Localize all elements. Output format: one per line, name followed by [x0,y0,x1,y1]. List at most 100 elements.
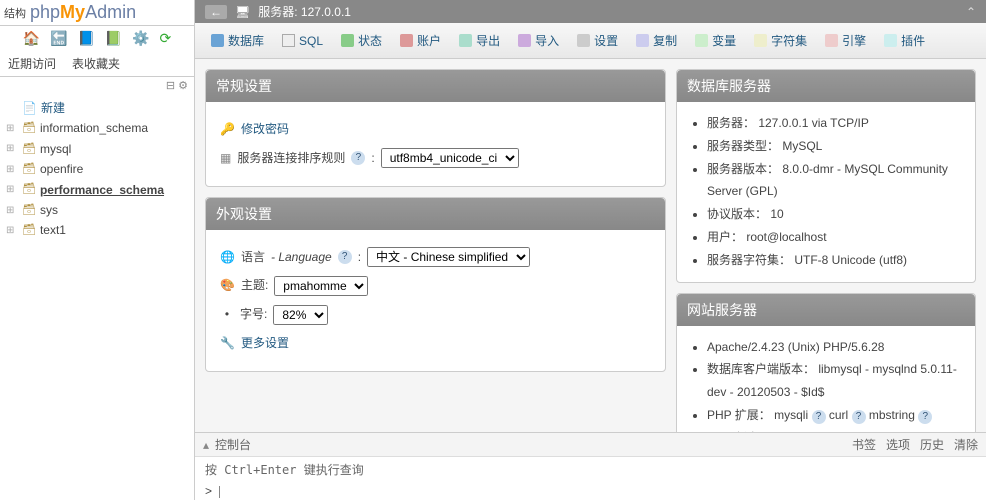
server-icon: 🖥 [235,5,250,19]
toolbar-export[interactable]: 导出 [451,29,508,52]
charsets-icon [754,34,767,47]
plugins-icon [884,34,897,47]
tree-controls: ⊟ ⚙ [0,77,194,94]
sql-icon [282,34,295,47]
toolbar-engines[interactable]: 引擎 [817,29,874,52]
settings-icon[interactable]: ⚙️ [132,30,149,46]
toolbar-sql[interactable]: SQL [274,29,331,52]
server-label: 服务器: 127.0.0.1 [258,3,351,20]
expand-icon[interactable]: ⊞ [6,120,18,137]
nav-icons: 🏠 🔚 📘 📗 ⚙️ ⟳ [0,26,194,51]
wrench-icon: 🔧 [220,332,235,355]
db-server-panel: 数据库服务器 服务器： 127.0.0.1 via TCP/IP服务器类型： M… [676,69,976,283]
dbserver-item: 协议版本： 10 [707,203,961,226]
more-settings-row[interactable]: 🔧 更多设置 [220,332,651,355]
toolbar-replication[interactable]: 复制 [628,29,685,52]
expand-icon[interactable]: ⊞ [6,161,18,178]
help-icon[interactable]: ? [918,410,932,424]
engines-icon [825,34,838,47]
collation-select[interactable]: utf8mb4_unicode_ci [381,148,519,168]
phpmyadmin-logo[interactable]: phpMyAdmin [30,2,136,23]
panel-header: 网站服务器 [677,294,975,326]
tree-db-item[interactable]: ⊞🗃sys [6,200,188,220]
toolbar-settings[interactable]: 设置 [569,29,626,52]
home-icon[interactable]: 🏠 [23,30,40,46]
console-input[interactable]: > [195,482,986,500]
console-clear[interactable]: 清除 [954,436,978,453]
top-toolbar: 数据库SQL状态账户导出导入设置复制变量字符集引擎插件 [195,23,986,59]
help-icon[interactable]: ? [338,250,352,264]
toolbar-databases[interactable]: 数据库 [203,29,272,52]
theme-select[interactable]: pmahomme [274,276,368,296]
change-password-link[interactable]: 修改密码 [241,118,289,141]
tab-favorites[interactable]: 表收藏夹 [64,51,128,76]
back-arrow-icon[interactable]: ← [205,5,227,19]
console-bookmarks[interactable]: 书签 [852,436,876,453]
help-icon[interactable]: ? [351,151,365,165]
logout-icon[interactable]: 🔚 [50,30,67,46]
php-docs-icon[interactable]: 📗 [105,30,122,46]
reload-icon[interactable]: ⟳ [159,30,171,46]
toolbar-charsets[interactable]: 字符集 [746,29,815,52]
key-icon: 🔑 [220,118,235,141]
fontsize-select[interactable]: 82% [273,305,328,325]
tree-gear-icon[interactable]: ⚙ [178,80,188,92]
database-icon: 🗃 [22,180,36,199]
help-icon[interactable]: ? [852,410,866,424]
dbserver-item: 服务器类型： MySQL [707,135,961,158]
import-icon [518,34,531,47]
expand-icon[interactable]: ⊞ [6,181,18,198]
tree-db-item[interactable]: ⊞🗃mysql [6,139,188,159]
collapse-icon[interactable]: ⊟ [166,80,175,92]
console-history[interactable]: 历史 [920,436,944,453]
console-options[interactable]: 选项 [886,436,910,453]
tree-db-item[interactable]: ⊞🗃openfire [6,159,188,179]
new-icon: 📄 [22,98,37,118]
expand-icon[interactable]: ⊞ [6,222,18,239]
language-select[interactable]: 中文 - Chinese simplified [367,247,530,267]
settings-icon [577,34,590,47]
tree-db-item[interactable]: ⊞🗃performance_schema [6,180,188,200]
docs-icon[interactable]: 📘 [77,30,94,46]
gear-icon: ▦ [220,147,231,170]
tree-db-item[interactable]: ⊞🗃text1 [6,220,188,240]
db-tree: 📄新建 ⊞🗃information_schema ⊞🗃mysql ⊞🗃openf… [0,94,194,245]
language-row: 🌐 语言 - Language ?: 中文 - Chinese simplifi… [220,246,651,269]
variables-icon [695,34,708,47]
export-icon [459,34,472,47]
bullet-icon: • [220,303,234,326]
main-left-column: 常规设置 🔑 修改密码 ▦ 服务器连接排序规则 ?: utf8mb4_unico… [205,69,666,490]
language-en: - Language [271,246,332,269]
theme-row: 🎨 主题: pmahomme [220,274,651,297]
tree-new[interactable]: 📄新建 [6,98,188,118]
general-settings-panel: 常规设置 🔑 修改密码 ▦ 服务器连接排序规则 ?: utf8mb4_unico… [205,69,666,187]
collapse-panel-icon[interactable]: ⌃ [966,5,976,19]
toolbar-import[interactable]: 导入 [510,29,567,52]
left-tabs: 近期访问 表收藏夹 [0,51,194,77]
change-password-row[interactable]: 🔑 修改密码 [220,118,651,141]
database-icon: 🗃 [22,160,36,179]
dbserver-item: 服务器字符集： UTF-8 Unicode (utf8) [707,249,961,272]
tab-recent[interactable]: 近期访问 [0,51,64,76]
toolbar-accounts[interactable]: 账户 [392,29,449,52]
dbserver-item: 用户： root@localhost [707,226,961,249]
expand-icon[interactable]: ⊞ [6,140,18,157]
globe-icon: 🌐 [220,246,235,269]
help-icon[interactable]: ? [812,410,826,424]
dbserver-item: 服务器： 127.0.0.1 via TCP/IP [707,112,961,135]
webserver-client: 数据库客户端版本： libmysql - mysqlnd 5.0.11-dev … [707,358,961,404]
toolbar-variables[interactable]: 变量 [687,29,744,52]
webserver-apache: Apache/2.4.23 (Unix) PHP/5.6.28 [707,336,961,359]
left-panel: 结构 phpMyAdmin 🏠 🔚 📘 📗 ⚙️ ⟳ 近期访问 表收藏夹 ⊟ ⚙… [0,0,195,500]
tree-db-item[interactable]: ⊞🗃information_schema [6,118,188,138]
toolbar-status[interactable]: 状态 [333,29,390,52]
toolbar-plugins[interactable]: 插件 [876,29,933,52]
theme-label: 主题: [241,274,268,297]
language-label: 语言 [241,246,265,269]
expand-icon[interactable]: ⊞ [6,202,18,219]
more-settings-link[interactable]: 更多设置 [241,332,289,355]
database-icon: 🗃 [22,140,36,159]
chevron-up-icon[interactable]: ▴ [203,438,209,452]
console-title: 控制台 [215,436,251,453]
server-bar: ← 🖥 服务器: 127.0.0.1 ⌃ [195,0,986,23]
